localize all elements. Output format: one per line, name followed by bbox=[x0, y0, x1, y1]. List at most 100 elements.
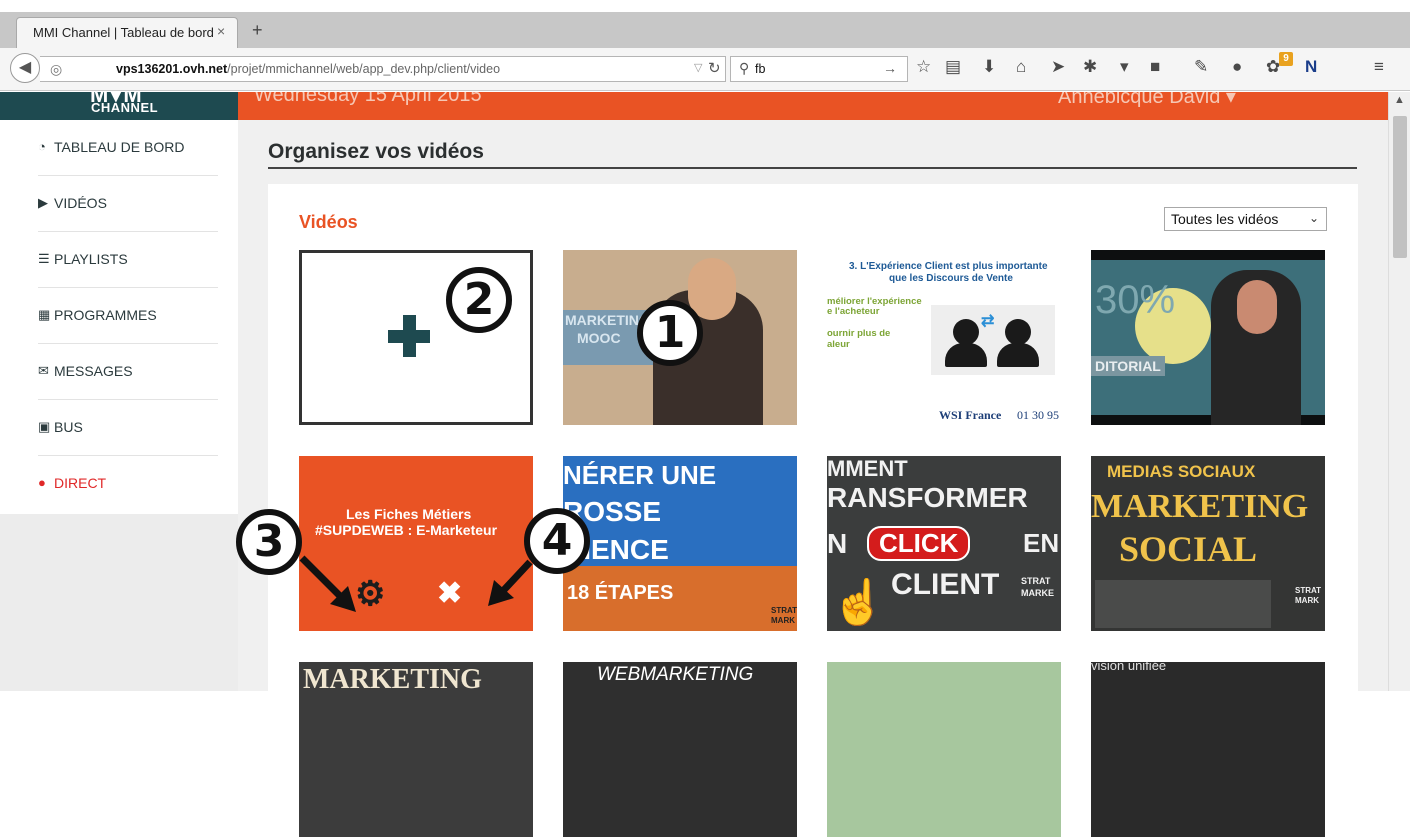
thumb-text: 01 30 95 bbox=[1017, 408, 1059, 422]
thumb-text: SOCIAL bbox=[1119, 529, 1258, 569]
site-info-icon[interactable]: ◎ bbox=[50, 61, 62, 78]
notification-badge: 9 bbox=[1279, 52, 1293, 66]
extension-dark-icon[interactable]: ■ bbox=[1150, 57, 1160, 77]
thumb-text: 3. L'Expérience Client est plus importan… bbox=[849, 261, 1048, 272]
page-title: Organisez vos vidéos bbox=[268, 140, 484, 163]
thumb-text: MARKE bbox=[1021, 588, 1054, 598]
list-icon: ☰ bbox=[38, 251, 50, 266]
browser-tab[interactable]: MMI Channel | Tableau de bord × bbox=[16, 17, 238, 48]
record-dot-icon: ● bbox=[38, 475, 46, 490]
video-thumbnail[interactable]: MMENT RANSFORMER N CLICK EN CLIENT STRAT… bbox=[827, 456, 1061, 631]
thumb-text: MARK bbox=[771, 616, 795, 625]
video-thumbnail[interactable]: MEDIAS SOCIAUX MARKETING SOCIAL STRAT MA… bbox=[1091, 456, 1325, 631]
sidebar-item-direct[interactable]: ● DIRECT bbox=[38, 456, 218, 512]
eyedropper-icon[interactable]: ✎ bbox=[1194, 57, 1208, 77]
back-arrow-icon[interactable]: ◀ bbox=[10, 53, 40, 83]
thumb-text: MEDIAS SOCIAUX bbox=[1107, 462, 1256, 481]
url-host: vps136201.ovh.net bbox=[116, 62, 228, 76]
thumb-text: CLIENT bbox=[891, 568, 1000, 601]
sidebar-item-label: TABLEAU DE BORD bbox=[54, 139, 185, 155]
envelope-icon: ✉ bbox=[38, 363, 49, 378]
sidebar-item-dashboard[interactable]: ◔ TABLEAU DE BORD bbox=[38, 120, 218, 176]
menu-icon[interactable]: ≡ bbox=[1374, 57, 1384, 77]
bus-icon: ▣ bbox=[38, 419, 51, 434]
thumb-text: STRAT bbox=[771, 606, 797, 615]
annotation-badge: 1 bbox=[637, 300, 703, 366]
people-exchange-graphic: ⇄ bbox=[931, 305, 1055, 375]
download-icon[interactable]: ⬇ bbox=[982, 57, 996, 77]
thumb-text: vision unifiée bbox=[1091, 662, 1167, 673]
thumb-text: que les Discours de Vente bbox=[889, 273, 1013, 284]
sidebar-item-bus[interactable]: ▣ BUS bbox=[38, 400, 218, 456]
annotation-badge: 2 bbox=[446, 267, 512, 333]
user-menu[interactable]: Annebicque David ▾ bbox=[1058, 92, 1236, 109]
video-filter-select[interactable]: Toutes les vidéos ⌄ bbox=[1164, 207, 1327, 231]
divider bbox=[268, 167, 1357, 169]
notes-n-icon[interactable]: N bbox=[1305, 57, 1317, 77]
sidebar-item-videos[interactable]: ▶ VIDÉOS bbox=[38, 176, 218, 232]
filter-selected-value: Toutes les vidéos bbox=[1171, 211, 1279, 227]
thumb-text: NÉRER UNE bbox=[563, 460, 717, 490]
sidebar: ◔ TABLEAU DE BORD ▶ VIDÉOS ☰ PLAYLISTS ▦… bbox=[0, 120, 238, 514]
chevron-up-icon[interactable]: ▲ bbox=[1394, 94, 1405, 106]
sidebar-item-programmes[interactable]: ▦ PROGRAMMES bbox=[38, 288, 218, 344]
url-bar[interactable]: ◎ vps136201.ovh.net/projet/mmichannel/we… bbox=[40, 56, 726, 82]
reading-list-icon[interactable]: ▤ bbox=[945, 57, 961, 77]
sidebar-item-label: DIRECT bbox=[54, 475, 107, 491]
site-logo[interactable]: M▾M CHANNEL bbox=[0, 92, 238, 120]
thumb-text: N bbox=[827, 528, 848, 559]
sidebar-item-label: PLAYLISTS bbox=[54, 251, 128, 267]
arrow-right-icon[interactable]: → bbox=[883, 60, 897, 76]
thumb-text: MMENT bbox=[827, 456, 908, 481]
video-thumbnail[interactable]: 30% DITORIAL bbox=[1091, 250, 1325, 425]
thumb-text: MARKETING bbox=[1091, 488, 1309, 525]
close-icon[interactable]: × bbox=[217, 23, 225, 39]
thumb-text: aleur bbox=[827, 339, 850, 350]
thumb-text: RANSFORMER bbox=[827, 482, 1028, 513]
video-thumbnail[interactable]: MARKETING bbox=[299, 662, 533, 837]
chevron-down-icon: ⌄ bbox=[1309, 211, 1320, 225]
chat-icon[interactable]: ● bbox=[1232, 57, 1242, 77]
thumb-text: e l'acheteur bbox=[827, 306, 880, 317]
sidebar-item-label: BUS bbox=[54, 419, 83, 435]
header-date: Wednesday 15 April 2015 bbox=[254, 92, 482, 106]
video-thumbnail[interactable]: 3. L'Expérience Client est plus importan… bbox=[827, 250, 1061, 425]
thumb-text: STRAT bbox=[1021, 576, 1051, 586]
social-icons-graphic bbox=[1095, 580, 1271, 628]
url-path: /projet/mmichannel/web/app_dev.php/clien… bbox=[227, 62, 501, 76]
dashboard-icon: ◔ bbox=[38, 139, 46, 154]
search-value: fb bbox=[755, 62, 766, 76]
send-icon[interactable]: ➤ bbox=[1051, 57, 1065, 77]
section-title: Vidéos bbox=[299, 212, 358, 232]
presenter-face bbox=[1237, 280, 1277, 334]
top-header: Wednesday 15 April 2015 Annebicque David… bbox=[238, 92, 1388, 120]
thumb-text: MARK bbox=[1295, 596, 1319, 605]
thumb-text: MOOC bbox=[577, 330, 621, 346]
video-thumbnail[interactable] bbox=[827, 662, 1061, 837]
extension-icon[interactable]: ✱ bbox=[1083, 57, 1097, 77]
sidebar-item-label: VIDÉOS bbox=[54, 195, 107, 211]
reload-icon[interactable]: ↻ bbox=[708, 59, 721, 77]
sidebar-item-playlists[interactable]: ☰ PLAYLISTS bbox=[38, 232, 218, 288]
web-page: M▾M CHANNEL Wednesday 15 April 2015 Anne… bbox=[0, 92, 1410, 837]
home-icon[interactable]: ⌂ bbox=[1016, 57, 1026, 77]
thumb-text: MARKETING bbox=[303, 664, 482, 695]
chevron-down-icon[interactable]: ▾ bbox=[1120, 57, 1129, 77]
star-icon[interactable]: ☆ bbox=[916, 57, 931, 77]
thumb-text: CLICK bbox=[867, 526, 971, 561]
video-thumbnail[interactable]: vision unifiée bbox=[1091, 662, 1325, 837]
thumb-text: 30% bbox=[1095, 278, 1176, 322]
url-text: vps136201.ovh.net/projet/mmichannel/web/… bbox=[116, 62, 500, 76]
browser-tab-bar: MMI Channel | Tableau de bord × + bbox=[0, 0, 1410, 48]
search-input[interactable]: ⚲ fb → bbox=[730, 56, 908, 82]
sidebar-item-messages[interactable]: ✉ MESSAGES bbox=[38, 344, 218, 400]
video-thumbnail[interactable]: WEBMARKETING bbox=[563, 662, 797, 837]
play-icon: ▶ bbox=[38, 195, 48, 210]
scrollbar-thumb[interactable] bbox=[1393, 116, 1407, 258]
new-tab-button[interactable]: + bbox=[252, 20, 263, 41]
chevron-down-icon[interactable]: ▽ bbox=[694, 61, 702, 74]
thumb-text: STRAT bbox=[1295, 586, 1322, 595]
sidebar-item-label: PROGRAMMES bbox=[54, 307, 157, 323]
page-scrollbar[interactable]: ▲ bbox=[1388, 92, 1410, 691]
thumb-text: EN bbox=[1023, 528, 1060, 558]
